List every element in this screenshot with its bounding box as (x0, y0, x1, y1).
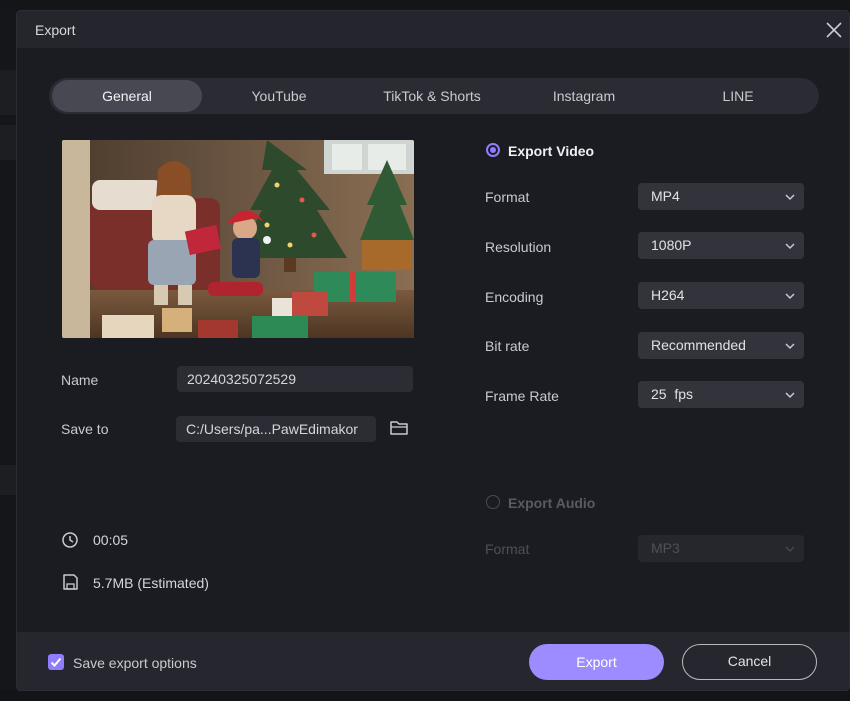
save-to-path-field[interactable]: C:/Users/pa...PawEdimakor (176, 416, 376, 442)
bit-rate-value: Recommended (651, 337, 746, 353)
audio-format-select: MP3 (638, 535, 804, 562)
frame-rate-select[interactable]: 25 fps (638, 381, 804, 408)
dialog-footer: Save export options Export Cancel (17, 632, 849, 690)
export-button[interactable]: Export (529, 644, 664, 680)
background-app-sidebar (0, 10, 16, 701)
bit-rate-label: Bit rate (485, 338, 530, 354)
encoding-select[interactable]: H264 (638, 282, 804, 309)
audio-format-label: Format (485, 541, 530, 557)
chevron-down-icon (785, 546, 795, 553)
format-label: Format (485, 189, 530, 205)
tab-tiktok-shorts[interactable]: TikTok & Shorts (357, 80, 507, 112)
platform-tabs: General YouTube TikTok & Shorts Instagra… (49, 78, 819, 114)
chevron-down-icon (785, 194, 795, 201)
audio-format-value: MP3 (651, 540, 680, 556)
frame-rate-label: Frame Rate (485, 388, 559, 404)
chevron-down-icon (785, 343, 795, 350)
disk-icon (63, 574, 78, 590)
dialog-titlebar: Export (17, 11, 849, 48)
chevron-down-icon (785, 392, 795, 399)
export-video-radio[interactable] (486, 143, 500, 157)
format-select[interactable]: MP4 (638, 183, 804, 210)
dialog-title: Export (35, 22, 76, 38)
resolution-value: 1080P (651, 237, 692, 253)
video-preview-thumbnail (62, 140, 414, 338)
estimated-size-text: 5.7MB (Estimated) (93, 575, 209, 591)
tab-instagram[interactable]: Instagram (509, 80, 659, 112)
save-options-label: Save export options (73, 655, 197, 671)
clock-icon (62, 532, 78, 548)
folder-icon[interactable] (389, 419, 409, 437)
resolution-label: Resolution (485, 239, 552, 255)
name-label: Name (61, 372, 99, 388)
bit-rate-select[interactable]: Recommended (638, 332, 804, 359)
background-app-bottom (0, 690, 850, 701)
chevron-down-icon (785, 293, 795, 300)
tab-youtube[interactable]: YouTube (204, 80, 354, 112)
chevron-down-icon (785, 243, 795, 250)
tab-general[interactable]: General (52, 80, 202, 112)
duration-text: 00:05 (93, 532, 129, 548)
checkmark-icon (50, 657, 62, 667)
background-app-strip (0, 0, 850, 10)
frame-rate-value: 25 fps (651, 386, 694, 402)
cancel-button[interactable]: Cancel (682, 644, 817, 680)
tab-line[interactable]: LINE (663, 80, 813, 112)
format-value: MP4 (651, 188, 680, 204)
save-options-checkbox[interactable] (48, 654, 64, 670)
name-input[interactable]: 20240325072529 (177, 366, 413, 392)
export-video-title: Export Video (508, 143, 595, 159)
encoding-value: H264 (651, 287, 685, 303)
save-to-label: Save to (61, 421, 109, 437)
export-audio-radio[interactable] (486, 495, 500, 509)
resolution-select[interactable]: 1080P (638, 232, 804, 259)
close-icon[interactable] (823, 19, 845, 41)
export-audio-title: Export Audio (508, 495, 596, 511)
encoding-label: Encoding (485, 289, 544, 305)
export-dialog: Export General YouTube TikTok & Shorts I… (16, 10, 850, 691)
